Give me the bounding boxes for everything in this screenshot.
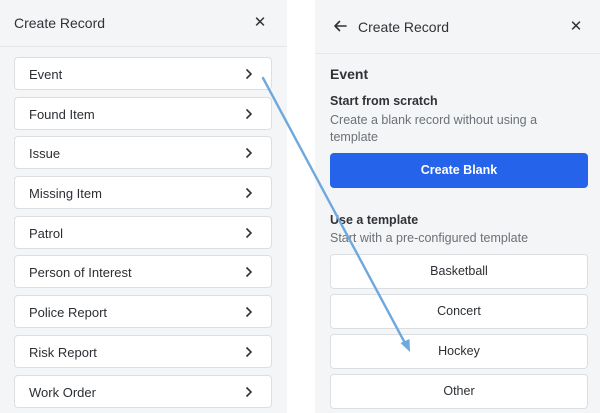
list-item-event[interactable]: Event (14, 57, 272, 90)
template-description: Start with a pre-configured template (330, 231, 529, 245)
create-record-panel-list: Create Record ✕ Event Found Item Issue M… (0, 0, 287, 413)
chevron-right-icon (245, 267, 253, 278)
panel-title: Create Record (14, 15, 106, 31)
scratch-description: Create a blank record without using a te… (330, 113, 538, 144)
create-blank-button[interactable]: Create Blank (330, 153, 588, 188)
list-item-label: Missing Item (29, 186, 102, 202)
chevron-right-icon (245, 148, 253, 159)
template-list: Basketball Concert Hockey Other (330, 254, 588, 413)
panel-header: Create Record ✕ (0, 0, 287, 47)
template-option-basketball[interactable]: Basketball (330, 254, 588, 289)
chevron-right-icon (245, 227, 253, 238)
chevron-right-icon (245, 187, 253, 199)
arrow-left-icon[interactable] (332, 18, 348, 34)
chevron-right-icon (245, 68, 253, 80)
list-item-label: Work Order (29, 384, 96, 400)
panel-header: Create Record ✕ (315, 0, 600, 54)
close-icon[interactable]: ✕ (251, 14, 269, 32)
list-item-person-of-interest[interactable]: Person of Interest (14, 255, 272, 289)
list-item-label: Found Item (29, 106, 95, 122)
close-icon[interactable]: ✕ (567, 18, 585, 36)
list-item-label: Risk Report (29, 344, 97, 360)
panel-title: Create Record (358, 19, 450, 35)
chevron-right-icon (245, 307, 253, 318)
list-item-label: Police Report (29, 305, 108, 321)
chevron-right-icon (245, 108, 253, 119)
template-option-hockey[interactable]: Hockey (330, 334, 588, 369)
list-item-missing-item[interactable]: Missing Item (14, 176, 272, 210)
list-item-risk-report[interactable]: Risk Report (14, 334, 272, 368)
list-item-police-report[interactable]: Police Report (14, 295, 272, 329)
list-item-work-order[interactable]: Work Order (14, 374, 272, 408)
list-item-patrol[interactable]: Patrol (14, 215, 272, 249)
list-item-label: Event (29, 67, 63, 82)
scratch-heading: Start from scratch (330, 94, 438, 108)
template-option-other[interactable]: Other (330, 374, 588, 409)
list-item-found-item[interactable]: Found Item (14, 96, 272, 130)
list-item-issue[interactable]: Issue (14, 136, 272, 170)
record-type-list: Event Found Item Issue Missing Item Patr… (14, 57, 272, 413)
create-record-panel-event: Create Record ✕ Event Start from scratch… (315, 0, 600, 413)
template-heading: Use a template (330, 213, 419, 227)
section-title: Event (330, 66, 369, 82)
list-item-label: Person of Interest (29, 265, 132, 281)
list-item-label: Patrol (29, 225, 63, 241)
template-option-concert[interactable]: Concert (330, 294, 588, 329)
list-item-label: Issue (29, 146, 61, 162)
chevron-right-icon (245, 346, 253, 357)
chevron-right-icon (245, 386, 253, 397)
